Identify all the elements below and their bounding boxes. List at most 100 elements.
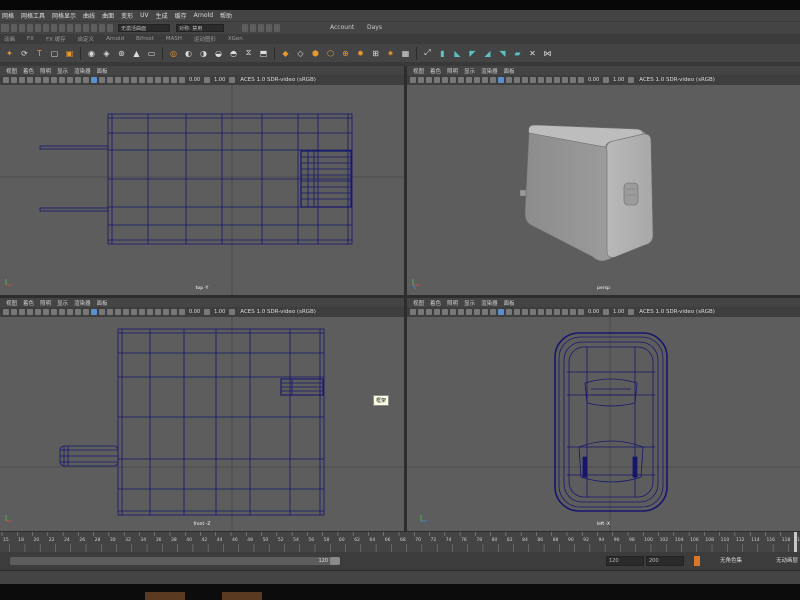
taskbar-item[interactable]	[222, 592, 262, 600]
redo-icon[interactable]	[43, 24, 49, 32]
bookmark-icon[interactable]	[11, 309, 17, 315]
insert-loop-icon[interactable]: ⊞	[370, 48, 381, 59]
camera-attr-icon[interactable]	[3, 309, 9, 315]
uv-auto-icon[interactable]: ◣	[452, 48, 463, 59]
panel-menu-item[interactable]: 面板	[97, 299, 108, 307]
text-tool-icon[interactable]: T	[34, 48, 45, 59]
separate-icon[interactable]: ◑	[198, 48, 209, 59]
menu-item[interactable]: 曲线	[83, 11, 95, 20]
color-mgmt-icon[interactable]	[229, 77, 236, 83]
hypershade-icon[interactable]	[266, 24, 272, 32]
panel-menu-item[interactable]: 显示	[464, 299, 475, 307]
extrude-icon[interactable]: ⬒	[258, 48, 269, 59]
symmetry-field[interactable]: 对称: 禁用	[176, 24, 224, 32]
uv-editor-icon[interactable]: ⤢	[422, 48, 433, 59]
isolate-icon[interactable]	[147, 309, 153, 315]
grid-icon[interactable]	[434, 309, 440, 315]
image-plane-icon[interactable]	[426, 77, 432, 83]
panel-menu-item[interactable]: 面板	[504, 67, 515, 75]
curve-tool-icon[interactable]: ⟳	[19, 48, 30, 59]
gate-mask-icon[interactable]	[458, 309, 464, 315]
fill-hole-icon[interactable]: ⬡	[325, 48, 336, 59]
menu-item[interactable]: 网格显示	[52, 11, 76, 20]
smooth-shade-icon[interactable]	[498, 77, 504, 83]
uv-layout-icon[interactable]: ▰	[512, 48, 523, 59]
xray-joints-icon[interactable]	[163, 77, 169, 83]
panel-menu-item[interactable]: 视图	[413, 299, 424, 307]
shelf-tab[interactable]: FX 缓存	[46, 35, 66, 43]
panel-menu-item[interactable]: 着色	[430, 67, 441, 75]
select-object-icon[interactable]	[59, 24, 65, 32]
aa-icon[interactable]	[139, 309, 145, 315]
live-surface-field[interactable]: 无激活曲面	[118, 24, 170, 32]
gate-mask-icon[interactable]	[51, 77, 57, 83]
menu-item[interactable]: 网格工具	[21, 11, 45, 20]
taskbar-item[interactable]	[145, 592, 185, 600]
panel-menu-item[interactable]: 照明	[447, 67, 458, 75]
color-mgmt-icon[interactable]	[229, 309, 236, 315]
plane-icon[interactable]: ▭	[146, 48, 157, 59]
panel-menu-item[interactable]: 渲染器	[74, 299, 91, 307]
backface-icon[interactable]	[171, 77, 177, 83]
gate-mask-icon[interactable]	[458, 77, 464, 83]
safe-title-icon[interactable]	[482, 77, 488, 83]
grid-icon[interactable]	[434, 77, 440, 83]
sphere-icon[interactable]: ◉	[86, 48, 97, 59]
panel-menu-item[interactable]: 照明	[40, 299, 51, 307]
anim-layer-menu[interactable]: 无动画层	[776, 556, 798, 564]
cube-icon[interactable]: ◈	[101, 48, 112, 59]
film-gate-icon[interactable]	[35, 309, 41, 315]
save-scene-icon[interactable]	[27, 24, 33, 32]
panel-menu-item[interactable]: 渲染器	[74, 67, 91, 75]
panel-menu-item[interactable]: 视图	[6, 67, 17, 75]
shelf-tab[interactable]: 自定义	[78, 35, 95, 43]
ao-icon[interactable]	[538, 77, 544, 83]
resolution-gate-icon[interactable]	[43, 309, 49, 315]
xray-joints-icon[interactable]	[163, 309, 169, 315]
shadows-icon[interactable]	[530, 77, 536, 83]
uv-straighten-icon[interactable]: ⋈	[542, 48, 553, 59]
panel-menu-item[interactable]: 面板	[504, 299, 515, 307]
ao-icon[interactable]	[538, 309, 544, 315]
shelf-tab[interactable]: 动画	[4, 35, 15, 43]
animation-end-field[interactable]: 200	[646, 556, 684, 566]
type-tool-icon[interactable]: ▣	[64, 48, 75, 59]
viewport-persp[interactable]: 视图 着色 照明 显示 渲染器 面板 0.00 1.00 ACES 1.0 SDR-vid…	[407, 66, 800, 295]
uv-symmetry-icon[interactable]: ✕	[527, 48, 538, 59]
smooth-shade-icon[interactable]	[91, 77, 97, 83]
open-scene-icon[interactable]	[19, 24, 25, 32]
color-mgmt-icon[interactable]	[628, 309, 635, 315]
safe-action-icon[interactable]	[474, 309, 480, 315]
isolate-icon[interactable]	[554, 77, 560, 83]
gamma-value[interactable]: 1.00	[613, 309, 624, 315]
viewport-top[interactable]: 视图 着色 照明 显示 渲染器 面板 0.00 1.00 ACES 1.0 SDR-vid…	[0, 66, 404, 295]
exposure-value[interactable]: 0.00	[189, 77, 200, 83]
select-component-icon[interactable]	[67, 24, 73, 32]
textured-icon[interactable]	[514, 309, 520, 315]
viewport-front[interactable]: 视图 着色 照明 显示 渲染器 面板 0.00 1.00 ACES 1.0 SDR-vid…	[0, 298, 404, 531]
move-tool-icon[interactable]: ✦	[4, 48, 15, 59]
menu-item[interactable]: 生成	[156, 11, 168, 20]
image-plane-icon[interactable]	[426, 309, 432, 315]
safe-title-icon[interactable]	[482, 309, 488, 315]
gate-mask-icon[interactable]	[51, 309, 57, 315]
view-transform[interactable]: ACES 1.0 SDR-video (sRGB)	[240, 309, 316, 315]
panel-menu-item[interactable]: 显示	[464, 67, 475, 75]
textured-icon[interactable]	[107, 309, 113, 315]
gamma-value[interactable]: 1.00	[214, 309, 225, 315]
lights-icon[interactable]	[115, 309, 121, 315]
safe-title-icon[interactable]	[75, 77, 81, 83]
color-mgmt-icon[interactable]	[628, 77, 635, 83]
render-settings-icon[interactable]	[258, 24, 264, 32]
view-transform[interactable]: ACES 1.0 SDR-video (sRGB)	[639, 309, 715, 315]
ipr-render-icon[interactable]	[250, 24, 256, 32]
wire-on-shaded-icon[interactable]	[506, 309, 512, 315]
panel-menu-item[interactable]: 显示	[57, 299, 68, 307]
panel-menu-item[interactable]: 渲染器	[481, 299, 498, 307]
film-gate-icon[interactable]	[442, 77, 448, 83]
shadows-icon[interactable]	[123, 77, 129, 83]
panel-menu-item[interactable]: 照明	[40, 67, 51, 75]
wire-on-shaded-icon[interactable]	[506, 77, 512, 83]
resolution-gate-icon[interactable]	[43, 77, 49, 83]
bridge-edge-icon[interactable]: ⬢	[310, 48, 321, 59]
